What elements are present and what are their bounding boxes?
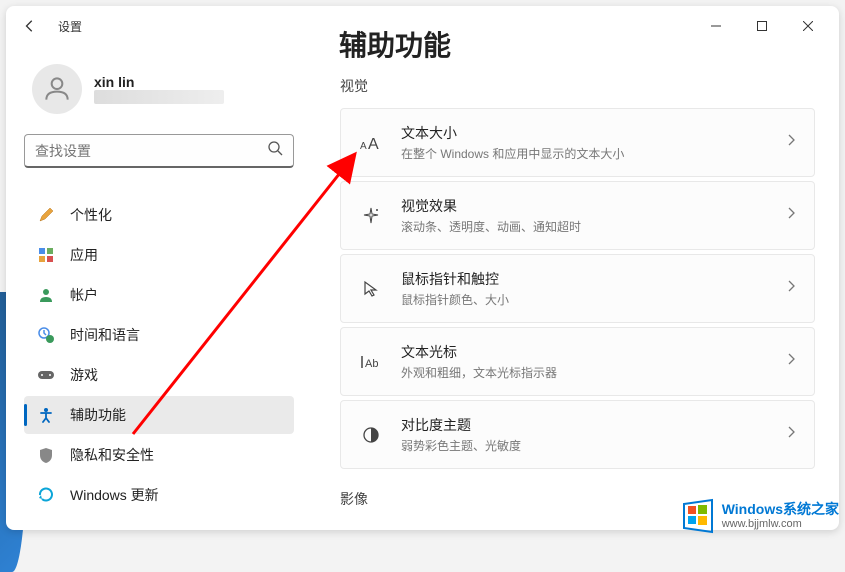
card-mouse-pointer[interactable]: 鼠标指针和触控 鼠标指针颜色、大小 — [340, 254, 815, 323]
settings-window: 设置 辅助功能 xin lin — [6, 6, 839, 530]
card-text-size[interactable]: AA 文本大小 在整个 Windows 和应用中显示的文本大小 — [340, 108, 815, 177]
paintbrush-icon — [36, 205, 56, 225]
nav-label: 应用 — [70, 245, 98, 265]
card-title: 鼠标指针和触控 — [401, 269, 786, 289]
maximize-icon — [757, 21, 767, 31]
card-title: 文本大小 — [401, 123, 786, 143]
nav-label: 游戏 — [70, 365, 98, 385]
nav-list: 个性化 应用 帐户 时间和语言 游戏 — [24, 196, 294, 514]
chevron-right-icon — [786, 425, 796, 444]
user-block[interactable]: xin lin — [24, 64, 294, 114]
chevron-right-icon — [786, 352, 796, 371]
card-subtitle: 弱势彩色主题、光敏度 — [401, 437, 786, 454]
card-subtitle: 外观和粗细，文本光标指示器 — [401, 364, 786, 381]
svg-text:Ab: Ab — [365, 358, 378, 370]
svg-text:A: A — [360, 141, 367, 152]
section-vision-label: 视觉 — [340, 76, 815, 96]
contrast-icon — [359, 423, 383, 447]
card-text: 视觉效果 滚动条、透明度、动画、通知超时 — [401, 196, 786, 235]
search-input[interactable] — [35, 143, 267, 159]
user-email-redacted — [94, 90, 224, 104]
card-text: 鼠标指针和触控 鼠标指针颜色、大小 — [401, 269, 786, 308]
watermark-title: Windows系统之家 — [722, 501, 839, 518]
search-box[interactable] — [24, 134, 294, 168]
window-controls — [693, 10, 831, 42]
shield-icon — [36, 445, 56, 465]
card-title: 对比度主题 — [401, 415, 786, 435]
card-contrast-themes[interactable]: 对比度主题 弱势彩色主题、光敏度 — [340, 400, 815, 469]
close-button[interactable] — [785, 10, 831, 42]
cursor-icon — [359, 277, 383, 301]
card-title: 文本光标 — [401, 342, 786, 362]
card-title: 视觉效果 — [401, 196, 786, 216]
search-icon — [267, 140, 283, 161]
card-text: 对比度主题 弱势彩色主题、光敏度 — [401, 415, 786, 454]
close-icon — [803, 21, 813, 31]
card-text: 文本光标 外观和粗细，文本光标指示器 — [401, 342, 786, 381]
nav-label: 隐私和安全性 — [70, 445, 154, 465]
card-subtitle: 鼠标指针颜色、大小 — [401, 291, 786, 308]
nav-privacy[interactable]: 隐私和安全性 — [24, 436, 294, 474]
arrow-left-icon — [23, 19, 37, 33]
app-title: 设置 — [58, 18, 82, 35]
nav-personalization[interactable]: 个性化 — [24, 196, 294, 234]
chevron-right-icon — [786, 133, 796, 152]
svg-text:A: A — [368, 136, 379, 152]
chevron-right-icon — [786, 206, 796, 225]
card-text: 文本大小 在整个 Windows 和应用中显示的文本大小 — [401, 123, 786, 162]
nav-label: 辅助功能 — [70, 405, 126, 425]
nav-accessibility[interactable]: 辅助功能 — [24, 396, 294, 434]
apps-icon — [36, 245, 56, 265]
minimize-button[interactable] — [693, 10, 739, 42]
nav-time-language[interactable]: 时间和语言 — [24, 316, 294, 354]
text-size-icon: AA — [359, 131, 383, 155]
gamepad-icon — [36, 365, 56, 385]
watermark: Windows系统之家 www.bjjmlw.com — [678, 496, 839, 536]
nav-label: 时间和语言 — [70, 325, 140, 345]
back-button[interactable] — [14, 10, 46, 42]
person-icon — [41, 73, 73, 105]
user-name: xin lin — [94, 74, 224, 90]
nav-apps[interactable]: 应用 — [24, 236, 294, 274]
nav-accounts[interactable]: 帐户 — [24, 276, 294, 314]
content-area: xin lin 个性化 应用 — [6, 46, 839, 530]
card-visual-effects[interactable]: 视觉效果 滚动条、透明度、动画、通知超时 — [340, 181, 815, 250]
nav-windows-update[interactable]: Windows 更新 — [24, 476, 294, 514]
page-title: 辅助功能 — [339, 24, 451, 64]
text-cursor-icon: Ab — [359, 350, 383, 374]
avatar — [32, 64, 82, 114]
windows-logo-icon — [678, 496, 718, 536]
watermark-url: www.bjjmlw.com — [722, 518, 839, 531]
update-icon — [36, 485, 56, 505]
nav-label: 个性化 — [70, 205, 112, 225]
clock-globe-icon — [36, 325, 56, 345]
card-subtitle: 滚动条、透明度、动画、通知超时 — [401, 218, 786, 235]
sparkle-icon — [359, 204, 383, 228]
nav-label: Windows 更新 — [70, 485, 159, 505]
minimize-icon — [711, 21, 721, 31]
nav-label: 帐户 — [70, 285, 98, 305]
sidebar: xin lin 个性化 应用 — [6, 46, 306, 530]
accessibility-icon — [36, 405, 56, 425]
maximize-button[interactable] — [739, 10, 785, 42]
card-subtitle: 在整个 Windows 和应用中显示的文本大小 — [401, 145, 786, 162]
main-panel: 视觉 AA 文本大小 在整个 Windows 和应用中显示的文本大小 视觉效果 … — [306, 46, 839, 530]
card-text-cursor[interactable]: Ab 文本光标 外观和粗细，文本光标指示器 — [340, 327, 815, 396]
chevron-right-icon — [786, 279, 796, 298]
person-icon — [36, 285, 56, 305]
nav-gaming[interactable]: 游戏 — [24, 356, 294, 394]
